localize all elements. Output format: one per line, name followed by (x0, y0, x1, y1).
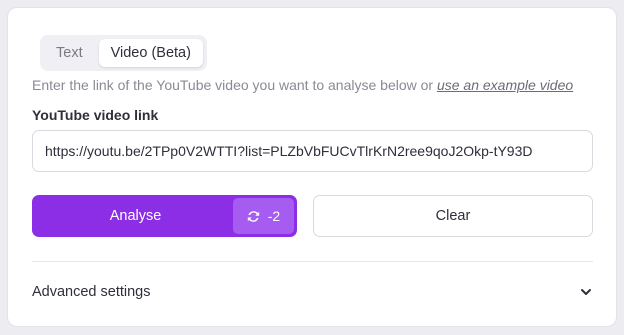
credit-cost-badge: -2 (233, 198, 294, 234)
tab-video-beta[interactable]: Video (Beta) (98, 39, 203, 67)
chevron-down-icon (579, 285, 593, 299)
youtube-link-input[interactable] (32, 130, 593, 172)
refresh-credit-icon (247, 210, 260, 223)
mode-tabs: Text Video (Beta) (40, 35, 207, 71)
clear-button[interactable]: Clear (313, 195, 593, 237)
analyse-button[interactable]: Analyse -2 (32, 195, 297, 237)
instruction-text: Enter the link of the YouTube video you … (32, 77, 573, 93)
divider (32, 261, 593, 262)
youtube-link-label: YouTube video link (32, 107, 159, 123)
tab-text[interactable]: Text (44, 39, 95, 67)
analyse-button-label: Analyse (109, 208, 162, 224)
instruction-body: Enter the link of the YouTube video you … (32, 77, 437, 93)
advanced-settings-toggle[interactable]: Advanced settings (32, 276, 593, 308)
advanced-settings-label: Advanced settings (32, 284, 151, 300)
example-video-link[interactable]: use an example video (437, 77, 573, 93)
credit-cost: -2 (267, 208, 281, 224)
